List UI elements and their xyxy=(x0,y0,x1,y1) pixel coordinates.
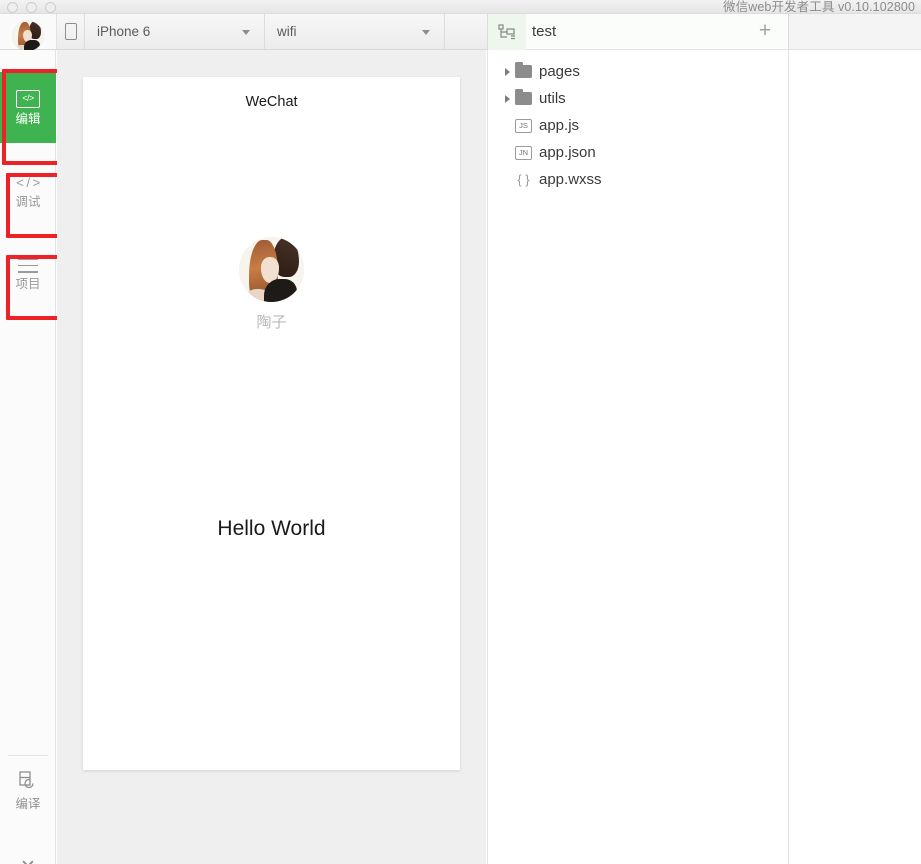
sidebar-item-close[interactable]: ✕ 关闭 xyxy=(0,858,56,864)
file-tree-panel: pages utils JS app.js JN app.json { } ap… xyxy=(487,50,789,864)
close-x-icon: ✕ xyxy=(20,858,36,864)
simulator-panel: WeChat 陶子 Hello World xyxy=(57,50,486,864)
close-window-button[interactable] xyxy=(7,2,18,13)
sidebar-item-project[interactable]: 项目 xyxy=(0,239,56,310)
json-file-icon: JN xyxy=(515,145,532,160)
phone-screen[interactable]: WeChat 陶子 Hello World xyxy=(83,77,460,770)
hello-world-text: Hello World xyxy=(217,517,326,540)
wxss-file-icon: { } xyxy=(517,172,530,187)
js-file-icon: JS xyxy=(515,118,532,133)
tree-item-label: pages xyxy=(539,62,580,80)
avatar-artwork xyxy=(239,237,304,302)
sidebar-item-label: 编译 xyxy=(15,797,41,811)
tree-item-label: app.js xyxy=(539,116,580,134)
tree-item-label: utils xyxy=(539,89,566,107)
tree-row[interactable]: JS app.js xyxy=(488,112,788,139)
device-select[interactable]: iPhone 6 xyxy=(84,14,264,49)
editor-tabbar xyxy=(789,14,921,50)
app-title: 微信web开发者工具 v0.10.102800 xyxy=(723,0,915,14)
sidebar-divider xyxy=(8,755,48,756)
account-avatar-cell[interactable] xyxy=(0,14,56,51)
minimize-window-button[interactable] xyxy=(26,2,37,13)
folder-icon xyxy=(515,89,532,105)
chevron-right-icon[interactable] xyxy=(500,67,514,76)
app-window: 微信web开发者工具 v0.10.102800 iPhone 6 wifi te… xyxy=(0,0,921,864)
nickname-label: 陶子 xyxy=(256,314,287,331)
avatar-artwork xyxy=(13,20,43,51)
compile-refresh-icon xyxy=(19,771,34,789)
avatar[interactable] xyxy=(13,20,43,51)
tree-row[interactable]: utils xyxy=(488,85,788,112)
page-title: WeChat xyxy=(245,94,298,110)
chevron-down-icon xyxy=(422,29,430,35)
tree-row[interactable]: pages xyxy=(488,58,788,85)
tree-row[interactable]: { } app.wxss xyxy=(488,166,788,193)
hamburger-icon xyxy=(18,258,38,273)
zoom-window-button[interactable] xyxy=(45,2,56,13)
network-select-value: wifi xyxy=(277,24,297,39)
sidebar-item-debug[interactable]: < / > 调试 xyxy=(0,156,56,227)
device-select-value: iPhone 6 xyxy=(97,24,151,39)
code-bracket-icon: < / > xyxy=(16,174,40,190)
project-tree-icon xyxy=(488,13,526,50)
project-tab[interactable]: test + xyxy=(487,13,789,50)
sidebar-item-label: 编辑 xyxy=(15,111,41,126)
chevron-down-icon xyxy=(242,29,250,35)
chevron-right-icon[interactable] xyxy=(500,94,514,103)
network-select[interactable]: wifi xyxy=(264,14,444,49)
tree-item-label: app.json xyxy=(539,143,596,161)
avatar[interactable] xyxy=(239,237,304,302)
sidebar-item-label: 项目 xyxy=(15,276,41,291)
device-toggle-button[interactable] xyxy=(56,14,84,49)
tree-item-label: app.wxss xyxy=(539,170,602,188)
code-bracket-icon: </> xyxy=(16,89,40,108)
sidebar-item-label: 调试 xyxy=(15,194,41,209)
code-editor-panel[interactable] xyxy=(790,50,921,864)
window-controls[interactable] xyxy=(7,2,56,13)
project-name: test xyxy=(532,23,557,40)
sidebar-item-compile[interactable]: 编译 xyxy=(0,770,56,811)
window-titlebar: 微信web开发者工具 v0.10.102800 xyxy=(0,0,921,14)
toolbar-spacer xyxy=(444,14,469,49)
left-sidebar: </> 编辑 < / > 调试 项目 编译 ✕ 关闭 xyxy=(0,50,56,864)
add-project-button[interactable]: + xyxy=(756,20,774,41)
profile-block: 陶子 xyxy=(83,237,460,332)
folder-icon xyxy=(515,62,532,78)
tree-row[interactable]: JN app.json xyxy=(488,139,788,166)
sidebar-item-edit[interactable]: </> 编辑 xyxy=(0,72,56,143)
phone-icon xyxy=(64,23,77,40)
